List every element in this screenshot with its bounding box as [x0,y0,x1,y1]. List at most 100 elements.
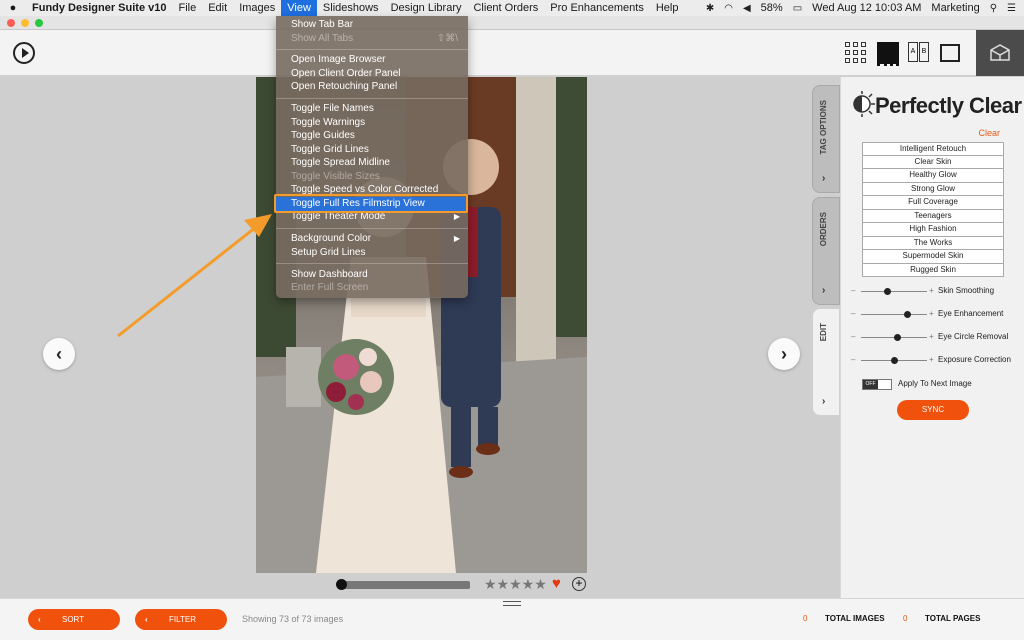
menu-item-open-retouching-panel[interactable]: Open Retouching Panel [276,80,468,94]
menu-item-toggle-grid-lines[interactable]: Toggle Grid Lines [276,143,468,157]
volume-icon[interactable]: ◀ [743,3,751,14]
menu-item-open-client-order-panel[interactable]: Open Client Order Panel [276,67,468,81]
image-count-status: Showing 73 of 73 images [242,614,344,624]
menu-client-orders[interactable]: Client Orders [467,0,544,16]
menu-item-show-tab-bar[interactable]: Show Tab Bar [276,18,468,32]
menu-item-toggle-file-names[interactable]: Toggle File Names [276,102,468,116]
menu-images[interactable]: Images [233,0,281,16]
skin-smoothing-slider: – + Skin Smoothing [851,284,1024,298]
chevron-right-icon: › [822,173,826,184]
minus-icon[interactable]: – [851,286,855,295]
grid-view-icon[interactable] [845,42,867,64]
window-titlebar [0,16,1024,30]
preset-list: Intelligent Retouch Clear Skin Healthy G… [862,142,1004,277]
preset-item[interactable]: Healthy Glow [862,169,1004,183]
menu-slideshows[interactable]: Slideshows [317,0,385,16]
slider-knob[interactable] [903,311,911,318]
side-tabs: TAG OPTIONS › ORDERS › EDIT › [812,85,840,598]
preset-item[interactable]: The Works [862,236,1004,250]
shortcut-label: ⇧⌘\ [436,33,458,44]
menu-item-toggle-visible-sizes: Toggle Visible Sizes [291,171,380,182]
filmstrip-view-icon[interactable] [877,42,899,66]
close-window-button[interactable] [7,19,15,27]
preset-item[interactable]: Full Coverage [862,196,1004,210]
fundy-logo-icon[interactable] [976,30,1024,76]
filter-button[interactable]: ‹ FILTER [135,609,227,630]
menu-design-library[interactable]: Design Library [385,0,468,16]
tab-label: TAG OPTIONS [819,100,828,155]
control-center-icon[interactable]: ☰ [1007,3,1016,14]
star-rating[interactable]: ★★★★★ [484,576,547,593]
exposure-correction-slider: – + Exposure Correction [851,353,1024,367]
tab-orders[interactable]: ORDERS › [812,197,840,305]
slider-track[interactable] [861,314,927,315]
slider-knob[interactable] [890,357,898,364]
sort-button[interactable]: ‹ SORT [28,609,120,630]
user-name[interactable]: Marketing [931,2,979,14]
menu-bar: ● Fundy Designer Suite v10 File Edit Ima… [0,0,1024,16]
tab-tag-options[interactable]: TAG OPTIONS › [812,85,840,193]
menu-edit[interactable]: Edit [202,0,233,16]
preset-item[interactable]: Teenagers [862,209,1004,223]
apple-icon[interactable]: ● [0,2,26,14]
slider-track[interactable] [861,291,927,292]
menu-item-toggle-guides[interactable]: Toggle Guides [276,129,468,143]
compare-view-icon[interactable]: AB [908,42,930,64]
preset-item[interactable]: Intelligent Retouch [862,142,1004,156]
minus-icon[interactable]: – [851,355,855,364]
drag-handle-icon[interactable] [503,601,521,606]
apply-next-image-label: Apply To Next Image [898,379,972,388]
annotation-highlight-box [274,194,468,213]
battery-percent[interactable]: 58% [761,2,783,14]
submenu-arrow-icon: ▶ [453,234,460,243]
minus-icon[interactable]: – [851,332,855,341]
plus-icon[interactable]: + [929,286,934,295]
scrubber-track[interactable] [340,581,470,589]
menu-item-toggle-spread-midline[interactable]: Toggle Spread Midline [276,156,468,170]
plus-icon[interactable]: + [929,355,934,364]
single-view-icon[interactable] [940,44,960,62]
sync-button[interactable]: SYNC [897,400,969,420]
menu-item-background-color[interactable]: Background Color ▶ [276,232,468,246]
perfectly-clear-logo-icon [853,91,875,117]
plus-icon[interactable]: + [929,309,934,318]
add-button[interactable]: + [572,577,586,591]
clock[interactable]: Wed Aug 12 10:03 AM [812,2,921,14]
menu-item-show-all-tabs: Show All Tabs ⇧⌘\ [276,32,468,46]
menu-item-setup-grid-lines[interactable]: Setup Grid Lines [276,246,468,260]
preset-item[interactable]: High Fashion [862,223,1004,237]
plus-icon[interactable]: + [929,332,934,341]
sort-label: SORT [62,615,85,624]
heart-icon[interactable]: ♥ [552,575,561,592]
preset-item[interactable]: Clear Skin [862,155,1004,169]
preset-item[interactable]: Strong Glow [862,182,1004,196]
battery-icon[interactable]: ▭ [793,3,802,14]
clear-link[interactable]: Clear [978,128,1000,138]
bluetooth-icon[interactable]: ✱ [706,3,714,14]
menu-item-open-image-browser[interactable]: Open Image Browser [276,53,468,67]
menu-pro-enhancements[interactable]: Pro Enhancements [544,0,650,16]
wifi-icon[interactable]: ◠ [724,3,733,14]
scrubber-knob[interactable] [336,579,347,590]
menu-file[interactable]: File [172,0,202,16]
play-slideshow-button[interactable] [13,42,35,64]
menu-item-toggle-warnings[interactable]: Toggle Warnings [276,116,468,130]
total-images-label: TOTAL IMAGES [825,614,885,623]
preset-item[interactable]: Supermodel Skin [862,250,1004,264]
tab-edit[interactable]: EDIT › [812,308,840,416]
menu-view[interactable]: View [281,0,317,16]
apply-next-image-toggle[interactable]: OFF [862,379,892,390]
menu-help[interactable]: Help [650,0,685,16]
menu-item-show-dashboard[interactable]: Show Dashboard [276,268,468,282]
minimize-window-button[interactable] [21,19,29,27]
menu-separator [276,98,468,99]
perfectly-clear-panel: Perfectly Clear Clear Intelligent Retouc… [840,77,1024,598]
minus-icon[interactable]: – [851,309,855,318]
slider-knob[interactable] [883,288,891,295]
slider-knob[interactable] [893,334,901,341]
spotlight-search-icon[interactable]: ⚲ [990,3,997,14]
zoom-window-button[interactable] [35,19,43,27]
preset-item[interactable]: Rugged Skin [862,263,1004,277]
app-menu[interactable]: Fundy Designer Suite v10 [26,0,172,16]
view-dropdown-menu: Show Tab Bar Show All Tabs ⇧⌘\ Open Imag… [276,16,468,298]
